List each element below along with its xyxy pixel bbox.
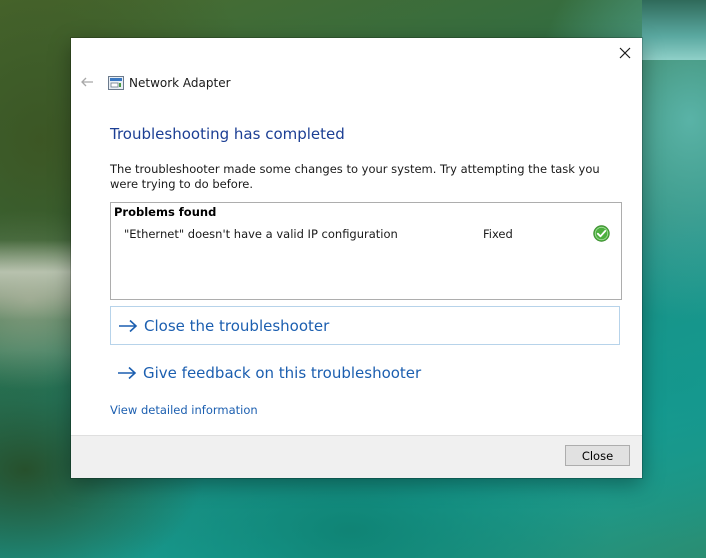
view-detailed-information-link[interactable]: View detailed information <box>110 403 258 418</box>
page-title: Troubleshooting has completed <box>110 125 345 143</box>
give-feedback-label: Give feedback on this troubleshooter <box>143 363 422 382</box>
green-check-icon <box>593 225 610 242</box>
problems-list: Problems found "Ethernet" doesn't have a… <box>110 202 622 300</box>
troubleshooter-dialog: Network Adapter Troubleshooting has comp… <box>71 38 642 478</box>
arrow-right-icon <box>118 366 137 379</box>
dialog-footer: Close <box>71 435 642 478</box>
close-troubleshooter-link[interactable]: Close the troubleshooter <box>110 306 620 345</box>
problem-item-text: "Ethernet" doesn't have a valid IP confi… <box>124 227 398 241</box>
wallpaper-shoreline <box>0 240 72 320</box>
wallpaper-sea <box>642 0 706 60</box>
problem-item-status: Fixed <box>483 227 513 241</box>
window-title: Network Adapter <box>129 76 231 90</box>
back-arrow-icon[interactable] <box>79 74 95 90</box>
network-adapter-icon <box>108 75 124 90</box>
give-feedback-link[interactable]: Give feedback on this troubleshooter <box>110 353 620 392</box>
close-troubleshooter-label: Close the troubleshooter <box>144 316 330 335</box>
result-description: The troubleshooter made some changes to … <box>110 162 600 191</box>
close-icon[interactable] <box>614 42 636 64</box>
close-button[interactable]: Close <box>565 445 630 466</box>
arrow-right-icon <box>119 319 138 332</box>
problems-header: Problems found <box>114 205 217 219</box>
